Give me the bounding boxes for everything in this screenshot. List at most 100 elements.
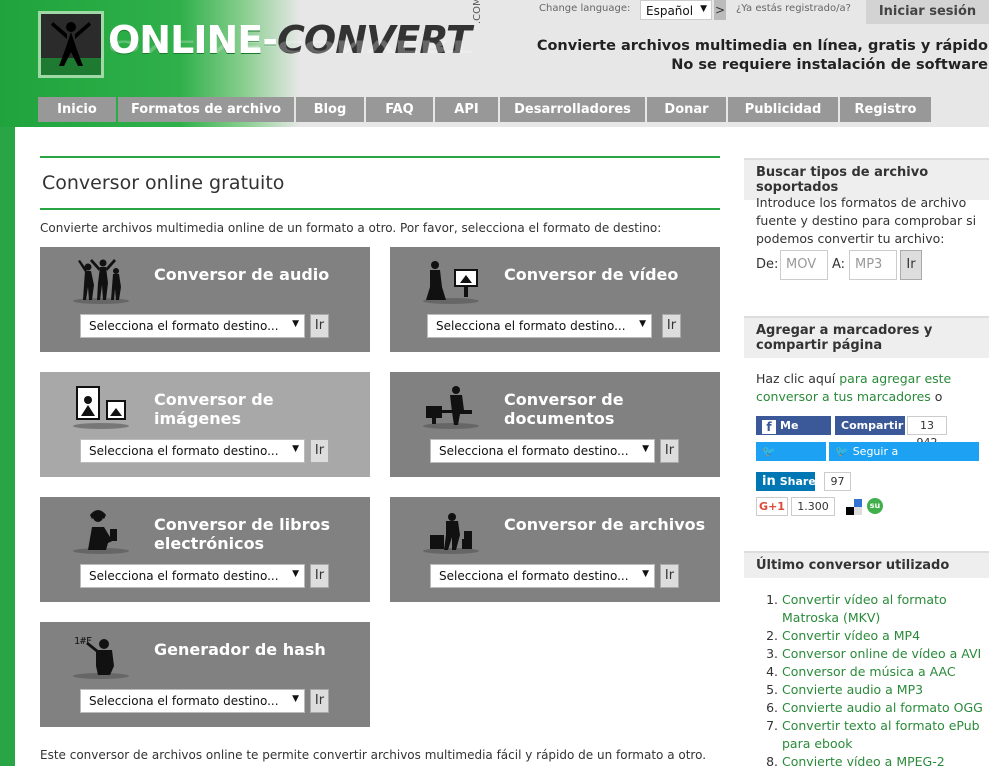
nav-item-desarrolladores[interactable]: Desarrolladores — [500, 97, 645, 122]
recent-link[interactable]: Convertir texto al formato ePub para ebo… — [782, 718, 980, 751]
list-item: Convierte audio a MP3 — [782, 681, 986, 699]
chevron-down-icon: ▼ — [642, 569, 649, 579]
twitter-tweet-button[interactable]: 🐦Twittear — [756, 442, 826, 477]
list-item: Convertir vídeo al formato Matroska (MKV… — [782, 591, 986, 627]
format-select-images[interactable]: Selecciona el formato destino... ▼ — [80, 439, 305, 463]
nav-item-publicidad[interactable]: Publicidad — [728, 97, 838, 122]
list-item: Conversor online de vídeo a AVI — [782, 645, 986, 663]
sidebar-bookmark-box: Agregar a marcadores y compartir página … — [744, 316, 989, 542]
recent-link[interactable]: Conversor online de vídeo a AVI — [782, 646, 981, 661]
sidebar-bookmark-title: Agregar a marcadores y compartir página — [744, 316, 989, 358]
language-select[interactable]: Español ▼ — [640, 0, 712, 20]
facebook-icon: f — [762, 420, 776, 434]
converter-title-archives: Conversor de archivos — [504, 515, 706, 534]
nav-item-inicio[interactable]: Inicio — [38, 97, 116, 122]
go-button-audio[interactable]: Ir — [310, 314, 329, 338]
format-select-archives-placeholder: Selecciona el formato destino... — [439, 569, 629, 583]
format-select-hash[interactable]: Selecciona el formato destino... ▼ — [80, 689, 305, 713]
go-button-video[interactable]: Ir — [662, 314, 681, 338]
archive-icon — [420, 505, 482, 555]
go-button-ebooks[interactable]: Ir — [310, 564, 329, 588]
login-button[interactable]: Iniciar sesión — [866, 0, 989, 24]
format-select-images-placeholder: Selecciona el formato destino... — [89, 444, 279, 458]
logo-dotcom: .COM — [472, 0, 483, 24]
sidebar-search-text: Introduce los formatos de archivo fuente… — [756, 195, 977, 246]
from-format-input[interactable]: MOV — [780, 250, 828, 280]
recent-link[interactable]: Convierte audio a MP3 — [782, 682, 923, 697]
list-item: Conversor de música a AAC — [782, 663, 986, 681]
go-button-images[interactable]: Ir — [310, 439, 329, 463]
search-go-button[interactable]: Ir — [900, 250, 922, 280]
recent-list: Convertir vídeo al formato Matroska (MKV… — [766, 591, 986, 766]
intro-text: Convierte archivos multimedia online de … — [40, 221, 662, 235]
to-format-input[interactable]: MP3 — [849, 250, 897, 280]
linkedin-icon: in — [762, 474, 776, 489]
logo-reflection-online: ONLINE — [108, 36, 263, 56]
chevron-down-icon: ▼ — [642, 444, 649, 454]
ebook-icon — [70, 505, 132, 555]
chevron-down-icon: ▼ — [292, 694, 299, 704]
bookmark-text-suffix: o — [930, 389, 943, 404]
stumbleupon-icon[interactable]: su — [867, 498, 883, 514]
nav-item-blog[interactable]: Blog — [296, 97, 364, 122]
converter-title-audio: Conversor de audio — [154, 265, 330, 284]
converter-title-ebooks: Conversor de libros electrónicos — [154, 515, 330, 553]
slogan: Convierte archivos multimedia en línea, … — [537, 37, 988, 75]
linkedin-share-button[interactable]: in Share — [756, 472, 816, 491]
format-select-ebooks[interactable]: Selecciona el formato destino... ▼ — [80, 564, 305, 588]
chevron-down-icon: ▼ — [292, 319, 299, 329]
facebook-share-button[interactable]: Compartir — [835, 416, 905, 435]
logo-reflection-dash: - — [262, 36, 278, 56]
nav-item-faq[interactable]: FAQ — [366, 97, 433, 122]
chevron-down-icon: ▼ — [292, 444, 299, 454]
logo-reflection: ONLINE-CONVERT — [108, 36, 471, 56]
twitter-follow-icon: 🐦 — [835, 445, 849, 458]
format-select-audio[interactable]: Selecciona el formato destino... ▼ — [80, 314, 305, 338]
converter-card-video: Conversor de vídeo Selecciona el formato… — [390, 247, 720, 352]
format-select-documents[interactable]: Selecciona el formato destino... ▼ — [430, 439, 655, 463]
chevron-down-icon: ▼ — [639, 319, 646, 329]
document-icon — [420, 380, 482, 430]
converter-card-audio: Conversor de audio Selecciona el formato… — [40, 247, 370, 352]
nav-item-registro[interactable]: Registro — [840, 97, 931, 122]
recent-link[interactable]: Conversor de música a AAC — [782, 664, 956, 679]
converter-card-hash: 1#F Generador de hash Selecciona el form… — [40, 622, 370, 727]
facebook-like-button[interactable]: fMe gusta — [756, 416, 831, 451]
format-select-documents-placeholder: Selecciona el formato destino... — [439, 444, 629, 458]
logo-reflection-convert: CONVERT — [277, 36, 471, 56]
google-plus-button[interactable]: G+1 — [756, 497, 788, 516]
slogan-line-1: Convierte archivos multimedia en línea, … — [536, 38, 988, 54]
video-icon — [420, 255, 482, 305]
twitter-follow-button[interactable]: 🐦 Seguir a @onlineconvert — [829, 442, 979, 477]
format-select-audio-placeholder: Selecciona el formato destino... — [89, 319, 279, 333]
twitter-icon: 🐦 — [762, 445, 776, 458]
from-label: De: — [756, 257, 779, 272]
go-button-documents[interactable]: Ir — [660, 439, 679, 463]
change-language-label: Change language: — [539, 3, 631, 14]
svg-text:1#F: 1#F — [74, 636, 92, 647]
format-select-archives[interactable]: Selecciona el formato destino... ▼ — [430, 564, 655, 588]
delicious-icon[interactable] — [846, 499, 862, 515]
nav-item-api[interactable]: API — [435, 97, 498, 122]
recent-link[interactable]: Convierte audio al formato OGG — [782, 700, 983, 715]
converter-title-documents: Conversor de documentos — [504, 390, 624, 428]
sidebar-search-box: Buscar tipos de archivo soportados Intro… — [744, 158, 989, 298]
nav-item-donar[interactable]: Donar — [647, 97, 726, 122]
nav-item-formatos[interactable]: Formatos de archivo — [118, 97, 294, 122]
bookmark-text-prefix: Haz clic aquí — [756, 371, 840, 386]
recent-link[interactable]: Convertir vídeo a MP4 — [782, 628, 920, 643]
facebook-count: 13 942 — [907, 416, 947, 449]
go-button-archives[interactable]: Ir — [660, 564, 679, 588]
language-go-button[interactable]: > — [714, 0, 726, 20]
linkedin-share-label: Share — [779, 475, 816, 488]
format-select-hash-placeholder: Selecciona el formato destino... — [89, 694, 279, 708]
page-title: Conversor online gratuito — [42, 172, 285, 194]
go-button-hash[interactable]: Ir — [310, 689, 329, 713]
list-item: Convierte vídeo a MPEG-2 — [782, 753, 986, 766]
linkedin-count: 97 — [824, 472, 851, 491]
recent-link[interactable]: Convertir vídeo al formato Matroska (MKV… — [782, 592, 947, 625]
logo-figure-icon[interactable] — [38, 11, 104, 78]
format-select-video[interactable]: Selecciona el formato destino... ▼ — [427, 314, 652, 338]
recent-link[interactable]: Convierte vídeo a MPEG-2 — [782, 754, 945, 766]
slogan-line-2: No se requiere instalación de software — [671, 57, 988, 73]
